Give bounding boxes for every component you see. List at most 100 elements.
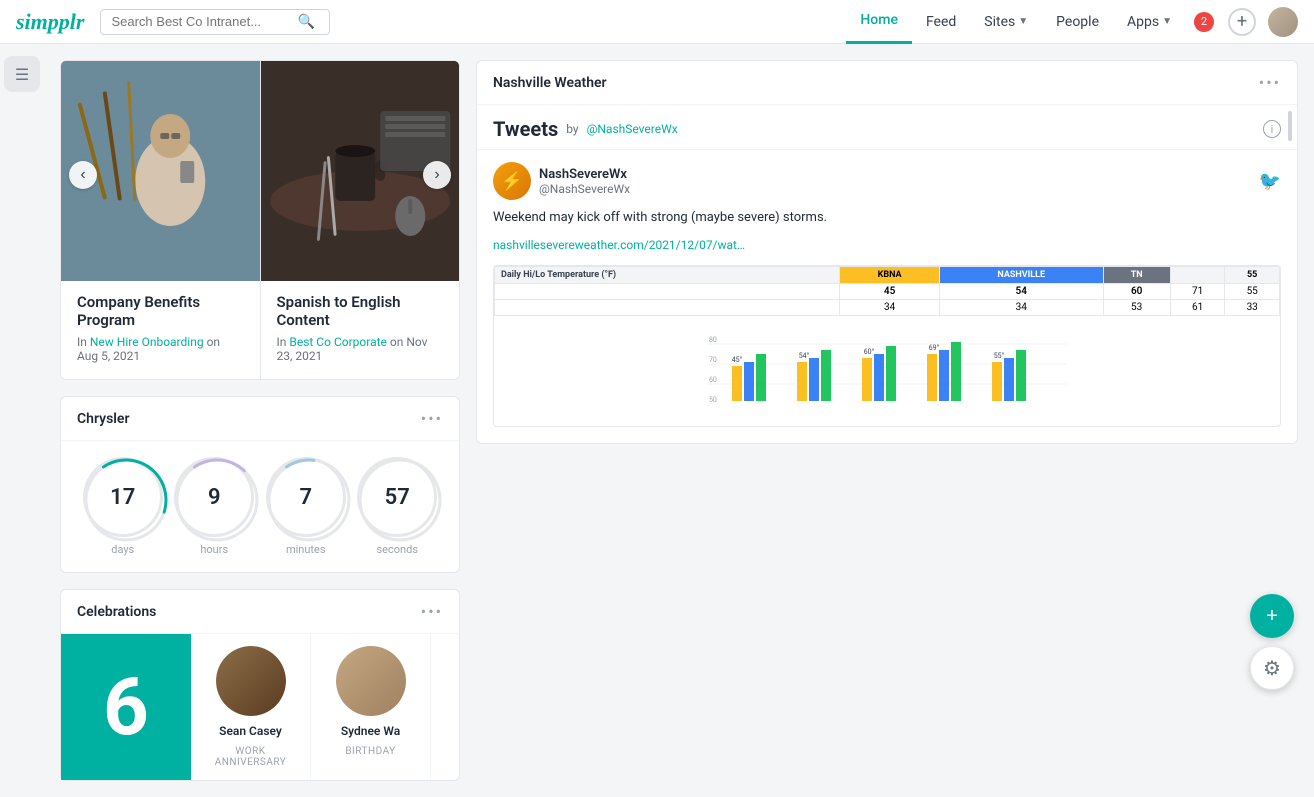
celebrations-menu[interactable]: ••• [421, 602, 443, 621]
celebrations-number: 6 [103, 667, 149, 747]
carousel-left-date-text: on [207, 335, 220, 349]
svg-text:60°: 60° [864, 348, 875, 356]
logo[interactable]: simpplr [16, 9, 84, 35]
countdown-hours-label: hours [174, 543, 254, 556]
countdown-days-label: days [83, 543, 163, 556]
nav-item-people[interactable]: People [1042, 0, 1113, 44]
search-input[interactable] [111, 14, 291, 29]
carousel-left-meta: In New Hire Onboarding on Aug 5, 2021 [77, 335, 244, 363]
svg-text:54°: 54° [799, 352, 810, 360]
nashville-widget-menu[interactable]: ••• [1259, 73, 1281, 92]
notification-badge[interactable]: 2 [1194, 12, 1214, 32]
sydnee-type: Birthday [345, 746, 395, 757]
weather-hi-kbna: 45 [840, 283, 940, 299]
chrysler-widget: Chrysler ••• 17 days [60, 396, 460, 573]
left-column: Company Benefits Program In New Hire Onb… [60, 60, 460, 781]
chrysler-menu[interactable]: ••• [421, 409, 443, 428]
weather-data-table: Daily Hi/Lo Temperature (°F) KBNA NASHVI… [494, 266, 1280, 316]
carousel-left-date: Aug 5, 2021 [77, 349, 140, 363]
fab-settings-button[interactable]: ⚙ [1250, 646, 1294, 690]
countdown-minutes-value: 7 [299, 485, 312, 510]
search-bar: 🔍 [100, 9, 330, 35]
carousel-right-body: Spanish to English Content In Best Co Co… [261, 281, 460, 379]
weather-lo-nash: 34 [939, 299, 1103, 315]
info-icon[interactable]: i [1263, 120, 1281, 138]
weather-lo-61: 61 [1170, 299, 1225, 315]
countdown-minutes-label: minutes [266, 543, 346, 556]
avatar[interactable] [1268, 7, 1298, 37]
tweet-link[interactable]: nashvillesevereweather.com/2021/12/07/wa… [493, 238, 745, 252]
celebrations-widget: Celebrations ••• 6 Sean Casey Work A [60, 589, 460, 781]
fab-area: + ⚙ [1250, 594, 1294, 690]
twitter-bird-icon: 🐦 [1259, 171, 1281, 192]
svg-text:50: 50 [709, 396, 717, 404]
tweet-container: ⚡ NashSevereWx @NashSevereWx 🐦 Weekend m… [477, 150, 1297, 265]
countdown-circle-minutes: 7 [266, 457, 346, 537]
celebration-person-sydnee[interactable]: Sydnee Wa Birthday [311, 634, 431, 780]
tweets-title: Tweets [493, 117, 558, 141]
carousel-right-date-text: on [390, 335, 406, 349]
main-nav: Home Feed Sites ▼ People Apps ▼ 2 + [846, 0, 1298, 44]
sydnee-avatar [336, 646, 406, 716]
weather-hi-tn: 60 [1103, 283, 1170, 299]
nashville-widget-header: Nashville Weather ••• [477, 61, 1297, 105]
tweet-avatar: ⚡ [493, 162, 531, 200]
carousel-right-title: Spanish to English Content [277, 293, 444, 329]
tweet-text: Weekend may kick off with strong (maybe … [493, 208, 1281, 228]
celebrations-number-card: 6 [61, 634, 191, 780]
nav-item-feed[interactable]: Feed [912, 0, 970, 44]
fab-plus-button[interactable]: + [1250, 594, 1294, 638]
weather-bar-chart: 80 70 60 50 45° 54° [494, 316, 1280, 426]
weather-lo-row [495, 299, 840, 315]
countdown-days-value: 17 [110, 485, 135, 510]
sydnee-name: Sydnee Wa [341, 724, 400, 738]
tweets-handle[interactable]: @NashSevereWx [587, 122, 678, 136]
celebration-people: Sean Casey Work Anniversary Sydnee Wa Bi… [191, 634, 431, 780]
weather-col-blank [1170, 266, 1225, 283]
tweet-author-row: ⚡ NashSevereWx @NashSevereWx 🐦 [493, 162, 1281, 200]
tweet-author-name: NashSevereWx [539, 167, 630, 182]
header: simpplr 🔍 Home Feed Sites ▼ People Apps … [0, 0, 1314, 44]
weather-hi-row [495, 283, 840, 299]
svg-text:60: 60 [709, 376, 717, 384]
svg-text:69°: 69° [929, 344, 940, 352]
svg-text:70: 70 [709, 356, 717, 364]
svg-text:80: 80 [709, 336, 717, 344]
celebration-person-sean[interactable]: Sean Casey Work Anniversary [191, 634, 311, 780]
page-body: Company Benefits Program In New Hire Onb… [0, 44, 1314, 797]
weather-col-nashville: NASHVILLE [939, 266, 1103, 283]
weather-col-55: 55 [1225, 266, 1280, 283]
nashville-widget-title: Nashville Weather [493, 75, 607, 91]
carousel-left-title: Company Benefits Program [77, 293, 244, 329]
countdown-hours: 9 hours [174, 457, 254, 556]
carousel-next-button[interactable]: › [423, 161, 451, 189]
weather-chart: Daily Hi/Lo Temperature (°F) KBNA NASHVI… [493, 265, 1281, 427]
carousel-right-meta: In Best Co Corporate on Nov 23, 2021 [277, 335, 444, 363]
countdown-seconds-label: seconds [357, 543, 437, 556]
chevron-down-icon: ▼ [1018, 16, 1028, 27]
carousel-item-right[interactable]: Spanish to English Content In Best Co Co… [261, 61, 460, 379]
celebrations-header: Celebrations ••• [61, 590, 459, 634]
celebrations-title: Celebrations [77, 604, 156, 620]
nav-item-apps[interactable]: Apps ▼ [1113, 0, 1186, 44]
countdown-circle-days: 17 [83, 457, 163, 537]
chevron-down-icon: ▼ [1162, 16, 1172, 27]
weather-col-tn: TN [1103, 266, 1170, 283]
carousel-item-left[interactable]: Company Benefits Program In New Hire Onb… [61, 61, 260, 379]
nav-item-home[interactable]: Home [846, 0, 912, 44]
nashville-weather-widget: Nashville Weather ••• Tweets by @NashSev… [476, 60, 1298, 444]
nav-item-sites[interactable]: Sites ▼ [970, 0, 1042, 44]
carousel-right-category[interactable]: Best Co Corporate [289, 335, 387, 349]
weather-lo-tn: 53 [1103, 299, 1170, 315]
left-sidebar: ☰ [0, 44, 44, 710]
countdown-circle-hours: 9 [174, 457, 254, 537]
tweet-author-handle: @NashSevereWx [539, 182, 630, 196]
sidebar-menu-icon[interactable]: ☰ [4, 56, 40, 92]
countdown-seconds: 57 seconds [357, 457, 437, 556]
countdown-minutes: 7 minutes [266, 457, 346, 556]
add-button[interactable]: + [1228, 8, 1256, 36]
carousel-prev-button[interactable]: ‹ [69, 161, 97, 189]
weather-col-kbna: KBNA [840, 266, 940, 283]
carousel-left-category[interactable]: New Hire Onboarding [90, 335, 204, 349]
carousel: Company Benefits Program In New Hire Onb… [60, 60, 460, 380]
